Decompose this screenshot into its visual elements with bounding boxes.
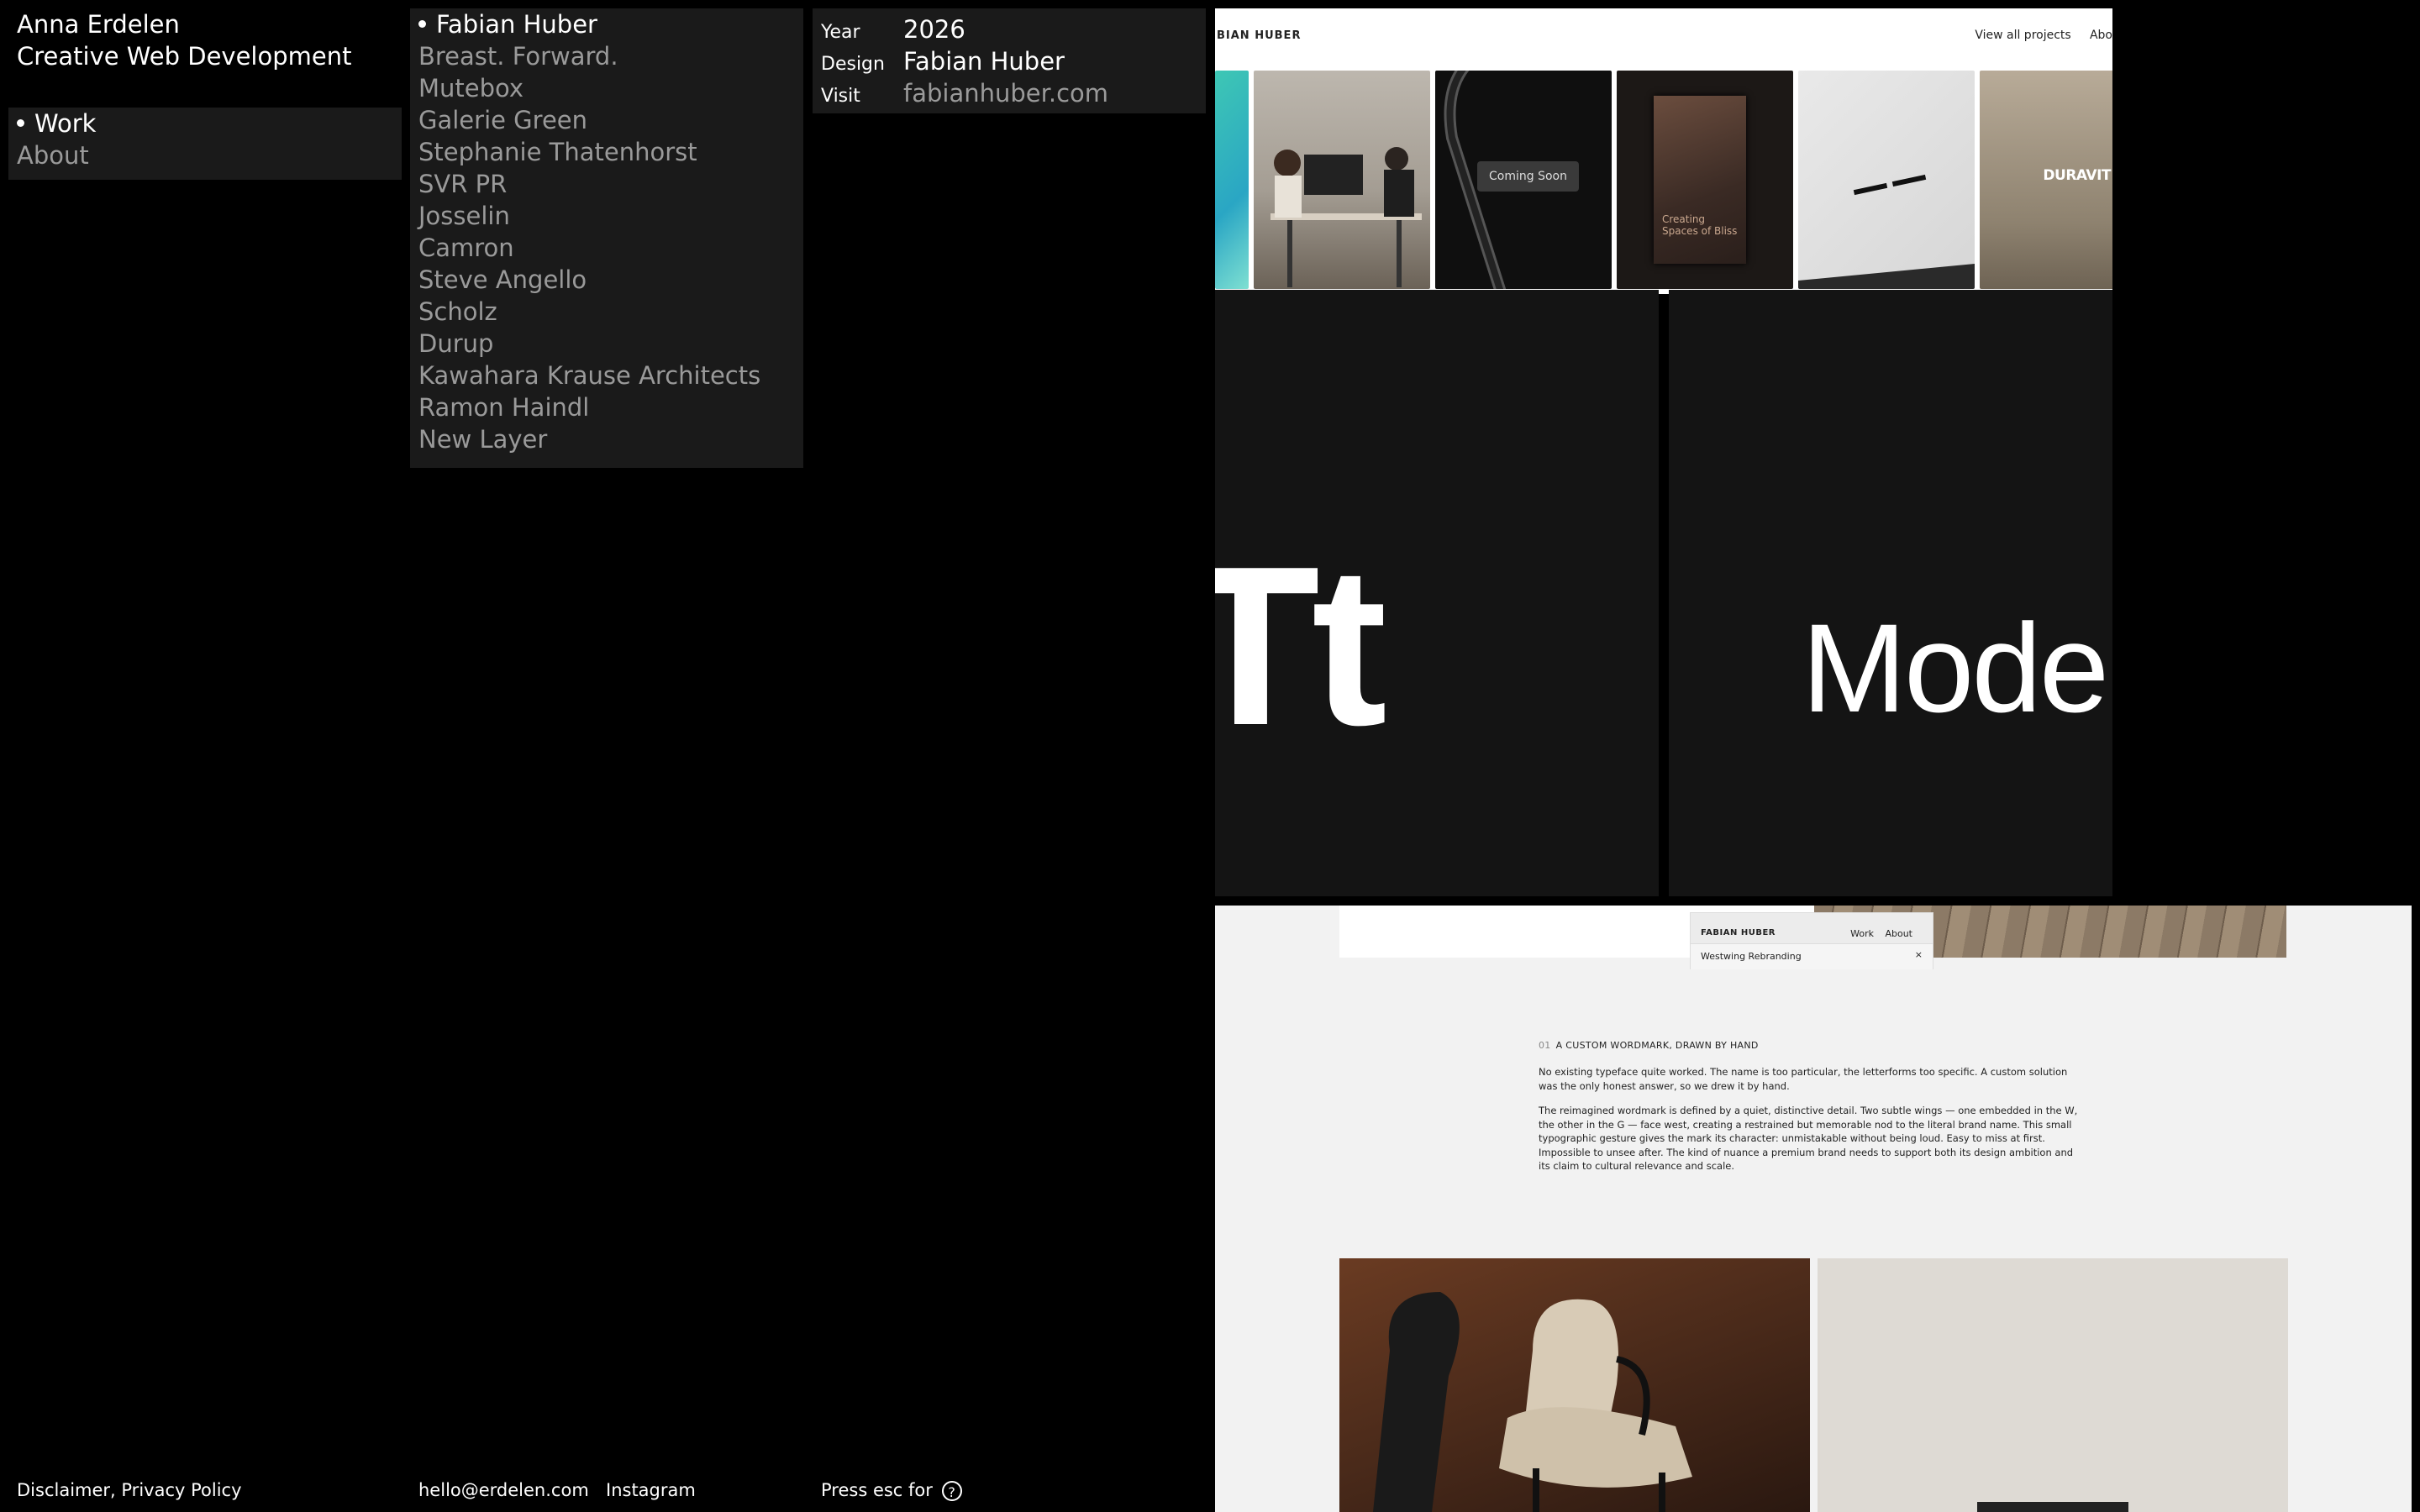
mini-dropdown: Westwing Rebranding × [1691,943,1933,969]
mini-site-header: FABIAN HUBER Work About Westwing Rebrand… [1690,912,1933,969]
mini-nav-about: About [1885,928,1912,939]
project-item[interactable]: Mutebox [410,72,803,104]
section-paragraph-2: The reimagined wordmark is defined by a … [1539,1105,2078,1172]
wordmark-panel [1818,1258,2288,1512]
project-item[interactable]: Fabian Huber [410,8,803,40]
preview-tile-book: Creating Spaces of Bliss [1617,71,1793,289]
esc-hint: Press esc for ? [821,1478,962,1502]
project-item[interactable]: Camron [410,232,803,264]
project-item[interactable]: Kawahara Krause Architects [410,360,803,391]
info-key: Year [821,22,860,43]
wordmark-fragment [1977,1502,2128,1512]
project-item[interactable]: Scholz [410,296,803,328]
project-item[interactable]: Steve Angello [410,264,803,296]
mini-dropdown-item: Westwing Rebranding [1701,951,1802,962]
chair-photo [1339,1258,1810,1512]
visit-link[interactable]: fabianhuber.com [903,79,1108,108]
project-item[interactable]: SVR PR [410,168,803,200]
instagram-link[interactable]: Instagram [606,1478,696,1502]
info-row-visit: Visit fabianhuber.com [813,79,1206,111]
chair-illustration [1373,1292,1692,1512]
project-preview-desktop: BIAN HUBER View all projects Abo Coming … [1215,8,2112,896]
book-title: Creating Spaces of Bliss [1662,213,1738,237]
nav-item-about[interactable]: About [8,139,402,171]
info-key: Design [821,54,885,75]
project-item[interactable]: Stephanie Thatenhorst [410,136,803,168]
project-preview-article: FABIAN HUBER Work About Westwing Rebrand… [1215,906,2412,1512]
esc-hint-text: Press esc for [821,1480,933,1500]
laptop-illustration [1798,174,1975,289]
duravit-logo: DURAVIT [2043,167,2111,184]
preview-nav-projects: View all projects [1975,29,2071,42]
brand-name: Anna Erdelen [17,10,180,39]
project-item[interactable]: Durup [410,328,803,360]
project-item[interactable]: Josselin [410,200,803,232]
info-key: Visit [821,86,860,107]
preview-nav-about: Abo [2089,29,2112,42]
section-paragraph-1: No existing typeface quite worked. The n… [1539,1066,2068,1092]
active-dot-icon [17,118,24,127]
big-type-right: Mode [1802,597,2109,738]
brand-tagline: Creative Web Development [17,42,352,71]
active-dot-icon [418,19,426,28]
preview-tile-office-photo [1254,71,1430,289]
project-item[interactable]: Ramon Haindl [410,391,803,423]
mini-close-icon: × [1914,949,1923,960]
type-specimen-left: Tt [1215,290,1659,896]
nav-item-label: Work [34,109,97,138]
info-value: 2026 [903,15,965,44]
office-photo-illustration [1270,147,1422,287]
preview-tile-teal [1215,71,1249,289]
info-row-design: Design Fabian Huber [813,47,1206,79]
project-item[interactable]: Galerie Green [410,104,803,136]
preview-tile-duravit: DURAVIT [1980,71,2112,289]
preview-header: BIAN HUBER View all projects Abo [1215,8,2112,62]
site-brand: Anna Erdelen Creative Web Development [17,8,351,72]
type-specimen-right: Mode [1669,290,2112,896]
project-list: Fabian Huber Breast. Forward. Mutebox Ga… [410,8,803,468]
project-info: Year 2026 Design Fabian Huber Visit fabi… [813,8,1206,113]
project-label: Fabian Huber [436,10,597,39]
main-nav: Work About [8,108,402,180]
project-item[interactable]: New Layer [410,423,803,455]
preview-tile-phone: Coming Soon [1435,71,1612,289]
section-heading: 01 A CUSTOM WORDMARK, DRAWN BY HAND [1539,1040,1759,1051]
preview-tile-laptop [1798,71,1975,289]
nav-item-work[interactable]: Work [8,108,402,139]
help-icon[interactable]: ? [941,1481,962,1501]
coming-soon-badge: Coming Soon [1477,161,1579,192]
book-cover: Creating Spaces of Bliss [1654,96,1746,264]
project-item[interactable]: Breast. Forward. [410,40,803,72]
info-value: Fabian Huber [903,47,1065,76]
big-type-left: Tt [1215,520,1387,773]
legal-links[interactable]: Disclaimer, Privacy Policy [17,1478,242,1502]
section-title: A CUSTOM WORDMARK, DRAWN BY HAND [1555,1040,1759,1051]
preview-logo: BIAN HUBER [1217,29,1302,42]
mini-logo: FABIAN HUBER [1701,928,1776,937]
section-number: 01 [1539,1040,1551,1051]
mini-nav-work: Work [1850,928,1874,939]
preview-image-strip: Coming Soon Creating Spaces of Bliss DUR… [1215,62,2112,294]
preview-nav: View all projects Abo [1975,29,2112,42]
nav-item-label: About [17,141,89,170]
info-row-year: Year 2026 [813,15,1206,47]
email-link[interactable]: hello@erdelen.com [418,1478,589,1502]
